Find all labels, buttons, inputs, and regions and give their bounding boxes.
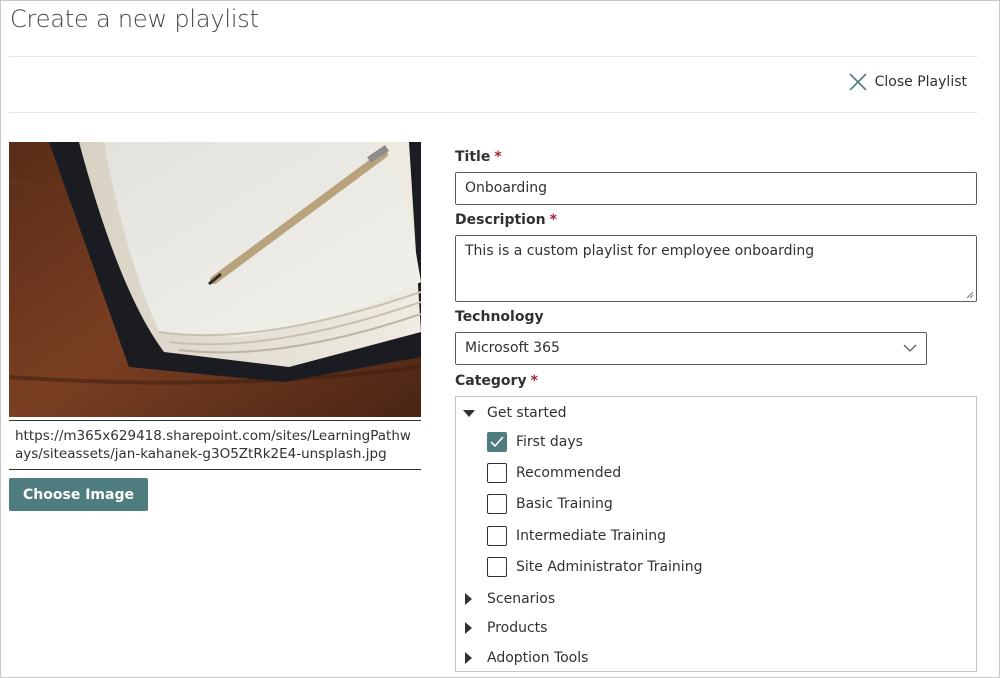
resize-grip-icon[interactable]	[966, 291, 974, 299]
tree-node-products[interactable]: Products	[462, 620, 547, 636]
required-marker: *	[549, 212, 557, 228]
checkbox[interactable]	[487, 432, 507, 452]
checkmark-icon	[490, 436, 504, 448]
checkbox[interactable]	[487, 557, 507, 577]
description-label: Description *	[455, 212, 557, 228]
choose-image-button[interactable]: Choose Image	[9, 478, 148, 511]
toolbar-divider	[9, 112, 977, 113]
tree-node-scenarios[interactable]: Scenarios	[462, 591, 555, 607]
checkbox-site-administrator-training[interactable]: Site Administrator Training	[487, 557, 702, 577]
checkbox-basic-training[interactable]: Basic Training	[487, 494, 613, 514]
technology-label: Technology	[455, 309, 544, 325]
image-url: https://m365x629418.sharepoint.com/sites…	[9, 420, 421, 470]
checkbox-intermediate-training[interactable]: Intermediate Training	[487, 526, 666, 546]
caret-right-icon	[462, 652, 474, 664]
tree-node-get-started[interactable]: Get started	[462, 405, 567, 421]
category-label: Category *	[455, 373, 538, 389]
checkbox-first-days[interactable]: First days	[487, 432, 583, 452]
tree-node-adoption-tools[interactable]: Adoption Tools	[462, 650, 588, 666]
close-playlist-label: Close Playlist	[874, 74, 967, 90]
description-value: This is a custom playlist for employee o…	[465, 243, 815, 259]
title-label: Title *	[455, 149, 502, 165]
required-marker: *	[530, 373, 538, 389]
page-title: Create a new playlist	[10, 5, 259, 33]
technology-dropdown[interactable]: Microsoft 365	[455, 332, 927, 365]
checkbox[interactable]	[487, 526, 507, 546]
caret-down-icon	[462, 407, 475, 419]
checkbox-recommended[interactable]: Recommended	[487, 463, 621, 483]
category-tree: Get started First days Recommended Basic…	[455, 396, 977, 672]
caret-right-icon	[462, 622, 474, 634]
checkbox[interactable]	[487, 494, 507, 514]
playlist-image	[9, 142, 421, 417]
required-marker: *	[494, 149, 502, 165]
header-divider	[9, 56, 977, 57]
close-icon	[849, 73, 867, 91]
close-playlist-button[interactable]: Close Playlist	[849, 73, 967, 91]
chevron-down-icon	[903, 344, 917, 352]
caret-right-icon	[462, 593, 474, 605]
title-field[interactable]: Onboarding	[455, 172, 977, 205]
description-field[interactable]: This is a custom playlist for employee o…	[455, 235, 977, 302]
checkbox[interactable]	[487, 463, 507, 483]
technology-value: Microsoft 365	[465, 340, 560, 356]
